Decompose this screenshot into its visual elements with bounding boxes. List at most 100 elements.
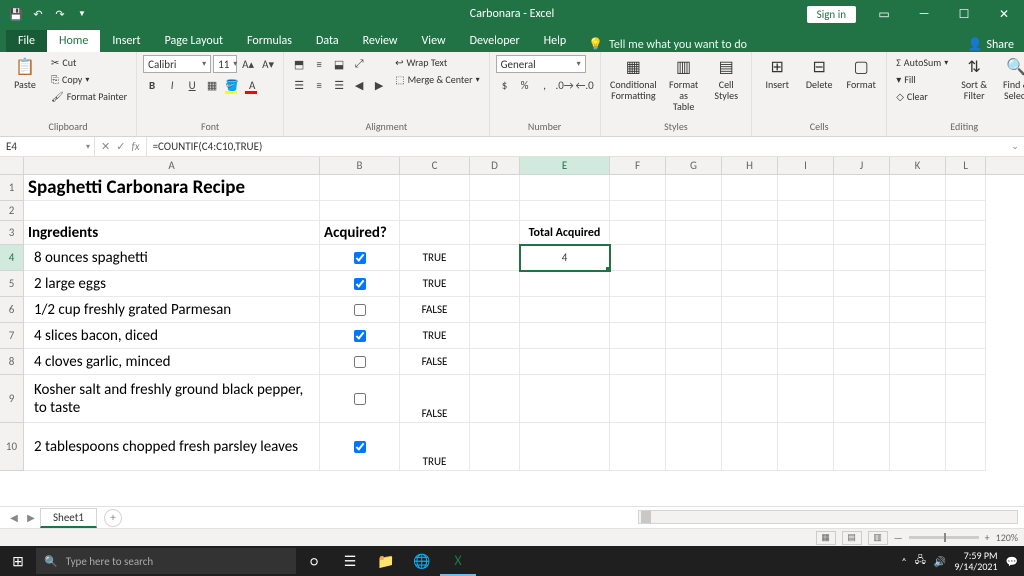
increase-decimal-icon[interactable]: .0→	[556, 76, 574, 94]
font-size-select[interactable]: 11▾	[213, 55, 237, 73]
cell[interactable]	[610, 375, 666, 423]
sheet-nav-next-icon[interactable]: ▶	[23, 511, 39, 524]
fx-icon[interactable]: fx	[131, 140, 139, 153]
name-box[interactable]: E4▾	[0, 137, 95, 156]
column-header-l[interactable]: L	[946, 157, 986, 174]
cell[interactable]	[610, 221, 666, 245]
cell[interactable]	[610, 423, 666, 471]
row-header[interactable]: 10	[0, 423, 24, 471]
cell[interactable]	[610, 323, 666, 349]
cell[interactable]	[946, 349, 986, 375]
ribbon-options-icon[interactable]: ▭	[864, 0, 904, 28]
cell[interactable]	[722, 375, 778, 423]
cell[interactable]: Total Acquired	[520, 221, 610, 245]
cell[interactable]	[778, 175, 834, 201]
acquired-checkbox[interactable]	[354, 356, 366, 368]
cell[interactable]	[946, 201, 986, 221]
increase-font-icon[interactable]: A▴	[239, 55, 257, 73]
comma-icon[interactable]: ,	[536, 76, 554, 94]
cell[interactable]	[520, 297, 610, 323]
cell[interactable]	[24, 201, 320, 221]
page-break-view-icon[interactable]: ▥	[868, 531, 888, 545]
cell[interactable]	[400, 201, 470, 221]
minimize-icon[interactable]: —	[904, 0, 944, 28]
cell[interactable]	[470, 245, 520, 271]
cell[interactable]: 2 tablespoons chopped fresh parsley leav…	[24, 423, 320, 471]
volume-icon[interactable]: 🔊	[934, 555, 946, 568]
tell-me-search[interactable]: 💡 Tell me what you want to do	[588, 37, 747, 52]
column-header-b[interactable]: B	[320, 157, 400, 174]
cell[interactable]	[520, 323, 610, 349]
cell[interactable]	[890, 221, 946, 245]
cell[interactable]	[946, 175, 986, 201]
share-button[interactable]: 👤 Share	[967, 37, 1014, 52]
decrease-decimal-icon[interactable]: ←.0	[576, 76, 594, 94]
network-icon[interactable]: 🖧	[915, 553, 926, 570]
column-header-a[interactable]: A	[24, 157, 320, 174]
tab-data[interactable]: Data	[304, 30, 351, 52]
cell[interactable]	[834, 201, 890, 221]
align-top-icon[interactable]: ⬒	[290, 55, 308, 73]
cell[interactable]	[722, 221, 778, 245]
clock[interactable]: 7:59 PM 9/14/2021	[954, 550, 997, 572]
cut-button[interactable]: ✂Cut	[48, 55, 130, 70]
cell[interactable]	[946, 221, 986, 245]
orientation-icon[interactable]: ⤢	[350, 55, 368, 73]
cell[interactable]	[834, 175, 890, 201]
find-select-button[interactable]: 🔍Find & Select	[997, 55, 1024, 103]
cell[interactable]: 1/2 cup freshly grated Parmesan	[24, 297, 320, 323]
cell[interactable]	[400, 221, 470, 245]
tab-formulas[interactable]: Formulas	[235, 30, 304, 52]
tab-insert[interactable]: Insert	[100, 30, 152, 52]
percent-icon[interactable]: %	[516, 76, 534, 94]
underline-icon[interactable]: U	[183, 76, 201, 94]
column-header-c[interactable]: C	[400, 157, 470, 174]
cell[interactable]	[470, 201, 520, 221]
cell[interactable]	[834, 323, 890, 349]
column-header-e[interactable]: E	[520, 157, 610, 174]
qa-dropdown-icon[interactable]: ▼	[74, 6, 90, 22]
cell[interactable]	[666, 297, 722, 323]
cell[interactable]: 4 slices bacon, diced	[24, 323, 320, 349]
column-header-f[interactable]: F	[610, 157, 666, 174]
align-right-icon[interactable]: ☰	[330, 76, 348, 94]
cell[interactable]	[778, 201, 834, 221]
cell[interactable]	[722, 271, 778, 297]
cell[interactable]	[320, 201, 400, 221]
cell[interactable]	[834, 375, 890, 423]
cell[interactable]	[834, 349, 890, 375]
acquired-checkbox[interactable]	[354, 330, 366, 342]
cell[interactable]	[400, 175, 470, 201]
cell[interactable]	[890, 175, 946, 201]
acquired-checkbox[interactable]	[354, 393, 366, 405]
row-header[interactable]: 6	[0, 297, 24, 323]
add-sheet-button[interactable]: +	[104, 509, 122, 527]
cell[interactable]	[470, 297, 520, 323]
format-painter-button[interactable]: 🖌Format Painter	[48, 89, 130, 104]
horizontal-scrollbar[interactable]	[638, 510, 1018, 524]
notifications-icon[interactable]: 💬	[1006, 555, 1018, 568]
select-all-corner[interactable]	[0, 157, 24, 174]
zoom-slider[interactable]	[909, 536, 979, 539]
wrap-text-button[interactable]: ↩Wrap Text	[392, 55, 482, 70]
merge-center-button[interactable]: ⬚Merge & Center▾	[392, 72, 482, 87]
cell[interactable]	[610, 175, 666, 201]
cell[interactable]	[834, 271, 890, 297]
formula-input[interactable]: =COUNTIF(C4:C10,TRUE)	[147, 137, 1006, 156]
cell[interactable]	[722, 349, 778, 375]
cell[interactable]	[946, 323, 986, 349]
cell[interactable]	[520, 201, 610, 221]
close-icon[interactable]: ✕	[984, 0, 1024, 28]
cell[interactable]	[470, 375, 520, 423]
column-header-k[interactable]: K	[890, 157, 946, 174]
fill-color-icon[interactable]: 🪣	[223, 76, 241, 94]
format-cells-button[interactable]: ▢Format	[842, 55, 880, 92]
cell[interactable]	[834, 423, 890, 471]
currency-icon[interactable]: $	[496, 76, 514, 94]
cell[interactable]	[320, 349, 400, 375]
cell[interactable]	[666, 323, 722, 349]
insert-cells-button[interactable]: ⊞Insert	[758, 55, 796, 92]
cell[interactable]	[778, 297, 834, 323]
cell[interactable]	[666, 175, 722, 201]
selected-cell[interactable]: 4	[520, 245, 610, 271]
